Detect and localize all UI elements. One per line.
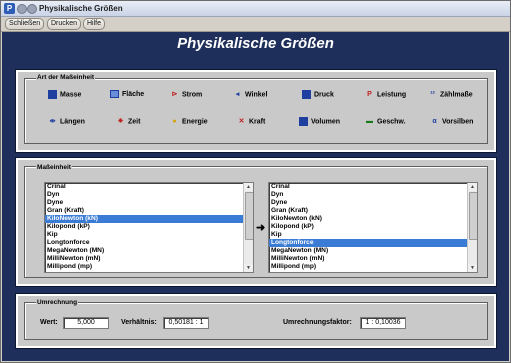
category-volumen[interactable]: Volumen [299,117,340,127]
category-druck[interactable]: Druck [302,90,334,100]
force-icon: ✕ [238,118,245,125]
target-unit-items: Crinal Dyn Dyne Gran (Kraft) KiloNewton (kN)… [269,183,477,271]
conversion-group-label: Umrechnung [36,299,79,307]
scroll-down-icon[interactable]: ▼ [244,264,253,272]
title-bar: P Physikalische Größen [1,1,510,17]
list-item[interactable]: KiloNewton (kN) [45,215,253,223]
category-winkel[interactable]: ◂ Winkel [233,90,268,100]
app-icon: P [4,3,15,14]
list-item[interactable]: Dyn [45,191,253,199]
category-flaeche[interactable]: Fläche [110,90,144,100]
list-item[interactable]: Crinal [269,183,477,191]
category-zeit[interactable]: ✷ Zeit [116,117,141,127]
category-masse[interactable]: Masse [48,90,81,100]
system-button-1[interactable] [17,4,27,14]
list-item[interactable]: Crinal [45,183,253,191]
source-unit-items: Crinal Dyn Dyne Gran (Kraft) KiloNewton (kN)… [45,183,253,271]
power-icon: P [367,91,372,98]
ratio-label: Verhältnis: [121,319,157,326]
pressure-icon [302,90,311,99]
category-energie[interactable]: ● Energie [170,117,207,127]
list-item[interactable]: Dyne [45,199,253,207]
scroll-up-icon[interactable]: ▲ [244,183,253,191]
category-vorsilben[interactable]: α Vorsilben [430,117,473,127]
list-item[interactable]: Dyn [269,191,477,199]
list-item[interactable]: Kip [269,231,477,239]
list-item[interactable]: Millipond (mp) [269,263,477,271]
time-icon: ✷ [117,118,124,125]
system-button-2[interactable] [27,4,37,14]
list-item[interactable]: Kilopond (kP) [45,223,253,231]
page-title: Physikalische Größen [177,35,334,52]
wert-input[interactable]: 5,000 [63,317,109,329]
ratio-value: 0,50181 : 1 [163,317,209,329]
mass-icon [48,90,57,99]
unit-type-group-label: Art der Maßeinheit [36,74,96,82]
factor-label: Umrechnungsfaktor: [283,319,352,326]
unit-panel: Maßeinheit Crinal Dyn Dyne Gran (Kraft) Kilo… [16,158,496,286]
unit-type-panel: Art der Maßeinheit Masse Fläche ⊳ Strom ◂… [16,70,496,152]
wert-label: Wert: [40,319,58,326]
angle-icon: ◂ [235,91,240,98]
list-item[interactable]: Gran (Kraft) [269,207,477,215]
source-list-scrollbar[interactable]: ▲ ▼ [243,183,253,272]
list-item[interactable]: MilliNewton (mN) [45,255,253,263]
list-item[interactable]: Kip [45,231,253,239]
main-content: Physikalische Größen Art der Maßeinheit … [2,32,509,361]
energy-icon: ● [172,118,177,125]
count-icon: ¹² [430,91,435,98]
unit-type-groupbox [24,78,488,144]
list-item[interactable]: Longtonforce [45,239,253,247]
category-strom[interactable]: ⊳ Strom [170,90,203,100]
list-item[interactable]: KiloNewton (kN) [269,215,477,223]
app-window: P Physikalische Größen Schließen Drucken… [0,0,511,363]
category-leistung[interactable]: P Leistung [365,90,406,100]
list-item[interactable]: MegaNewton (MN) [269,247,477,255]
list-item[interactable]: Dyne [269,199,477,207]
area-icon [110,90,119,99]
category-laengen[interactable]: ⇹ Längen [48,117,85,127]
conversion-panel: Umrechnung Wert: 5,000 Verhältnis: 0,501… [16,294,496,348]
list-item[interactable]: MilliNewton (mN) [269,255,477,263]
length-icon: ⇹ [49,118,56,125]
unit-group-label: Maßeinheit [36,164,72,172]
menu-drucken[interactable]: Drucken [47,18,82,30]
scroll-thumb[interactable] [469,192,477,240]
scroll-up-icon[interactable]: ▲ [468,183,477,191]
list-item[interactable]: MegaNewton (MN) [45,247,253,255]
menu-bar: Schließen Drucken Hilfe [1,17,510,32]
category-kraft[interactable]: ✕ Kraft [237,117,266,127]
current-icon: ⊳ [171,91,178,98]
list-item[interactable]: Gran (Kraft) [45,207,253,215]
category-zaehlmasse[interactable]: ¹² Zählmaße [428,90,473,100]
target-unit-list[interactable]: Crinal Dyn Dyne Gran (Kraft) KiloNewton (kN)… [268,182,478,273]
prefix-icon: α [432,118,437,125]
scroll-thumb[interactable] [245,192,253,240]
list-item[interactable]: Millipond (mp) [45,263,253,271]
target-list-scrollbar[interactable]: ▲ ▼ [467,183,477,272]
window-title: Physikalische Größen [39,4,123,13]
category-geschw[interactable]: ▬ Geschw. [365,117,406,127]
factor-value: 1 : 0,10036 [360,317,406,329]
scroll-down-icon[interactable]: ▼ [468,264,477,272]
menu-hilfe[interactable]: Hilfe [83,18,106,30]
volume-icon [299,117,308,126]
list-item[interactable]: Longtonforce [269,239,477,247]
convert-arrow-icon: ➜ [256,222,266,234]
menu-schliessen[interactable]: Schließen [5,18,45,30]
source-unit-list[interactable]: Crinal Dyn Dyne Gran (Kraft) KiloNewton (kN)… [44,182,254,273]
list-item[interactable]: Kilopond (kP) [269,223,477,231]
speed-icon: ▬ [366,118,373,125]
